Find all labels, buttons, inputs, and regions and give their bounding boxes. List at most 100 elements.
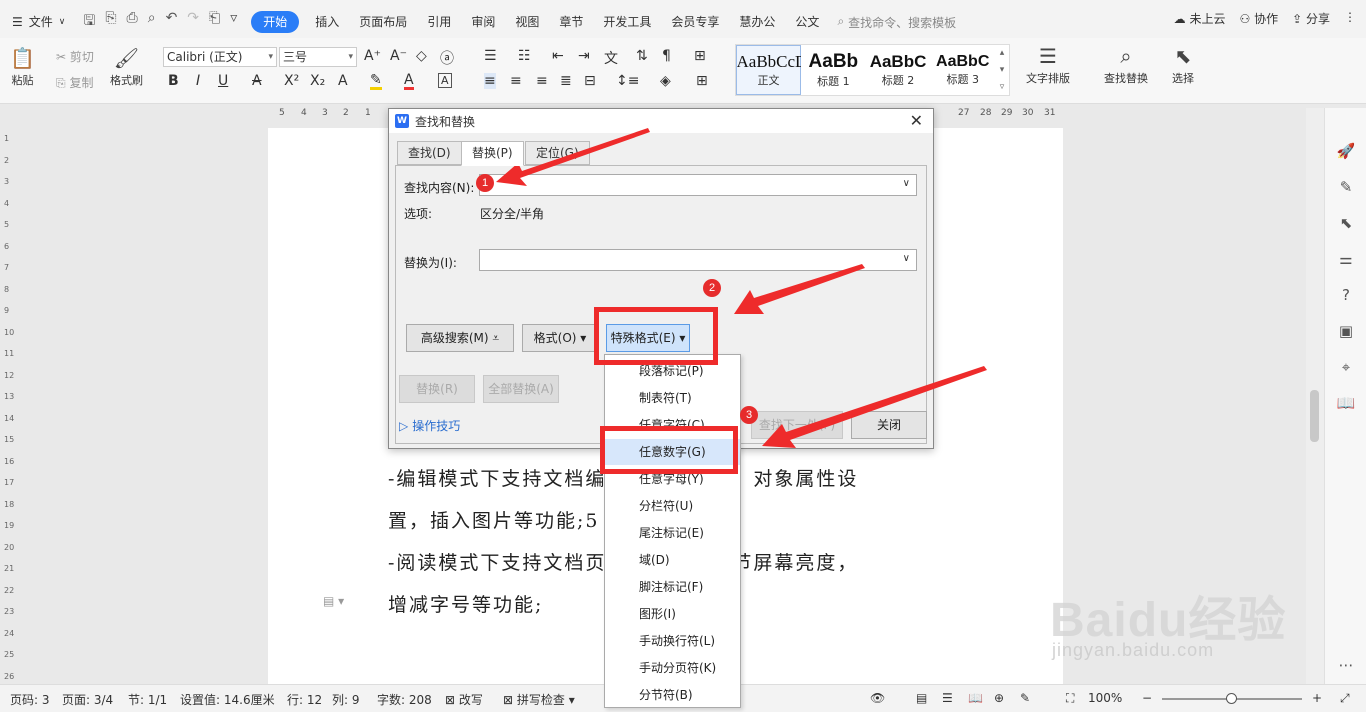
- justify-icon[interactable]: ≣: [560, 73, 572, 89]
- menu-item-column-break[interactable]: 分栏符(U): [605, 493, 740, 519]
- align-left-icon[interactable]: ≡: [484, 73, 496, 89]
- zoom-slider-thumb[interactable]: [1226, 693, 1237, 704]
- underline-icon[interactable]: U: [218, 73, 228, 89]
- decrease-indent-icon[interactable]: ⇤: [552, 48, 564, 64]
- find-next-button[interactable]: 查找下一处(F): [751, 411, 843, 439]
- style-normal[interactable]: AaBbCcDd 正文: [736, 45, 801, 95]
- bullet-list-icon[interactable]: ☰: [484, 48, 497, 64]
- print-icon[interactable]: ⎙: [127, 10, 138, 34]
- preview-icon[interactable]: ⌕: [148, 10, 156, 34]
- menu-item-footnote-mark[interactable]: 脚注标记(F): [605, 574, 740, 600]
- font-name-select[interactable]: Calibri (正文) ▾: [163, 47, 277, 67]
- line-spacing-icon[interactable]: ↕≡: [616, 73, 639, 89]
- shrink-font-icon[interactable]: A⁻: [390, 48, 407, 64]
- subscript-icon[interactable]: X₂: [310, 73, 325, 89]
- menu-item-manual-page-break[interactable]: 手动分页符(K): [605, 655, 740, 681]
- spell-check-toggle[interactable]: ⊠ 拼写检查 ▾: [503, 691, 575, 708]
- find-input[interactable]: ∨: [479, 174, 917, 196]
- fit-icon[interactable]: ⛶: [1066, 691, 1074, 706]
- tips-link[interactable]: ▷ 操作技巧: [399, 417, 460, 434]
- style-gallery-scroll[interactable]: ▴ ▾ ▿: [995, 45, 1009, 95]
- outline-view-icon[interactable]: ☰: [942, 691, 953, 705]
- dialog-titlebar[interactable]: W 查找和替换: [389, 109, 933, 133]
- close-icon[interactable]: ✕: [910, 111, 923, 130]
- increase-indent-icon[interactable]: ⇥: [578, 48, 590, 64]
- menu-item-graphic[interactable]: 图形(I): [605, 601, 740, 627]
- show-marks-icon[interactable]: ¶: [662, 48, 671, 64]
- tab-chapter[interactable]: 章节: [549, 10, 593, 34]
- fullscreen-icon[interactable]: ⤢: [1340, 691, 1350, 706]
- zoom-out-icon[interactable]: −: [1142, 691, 1152, 705]
- paragraph-menu-icon[interactable]: ▤ ▾: [323, 594, 344, 608]
- char-border-icon[interactable]: A: [438, 73, 452, 88]
- phonetic-icon[interactable]: ⓐ: [440, 48, 454, 68]
- replace-input[interactable]: ∨: [479, 249, 917, 271]
- pen-icon[interactable]: ✎: [1336, 178, 1356, 198]
- vertical-ruler[interactable]: 1 2 3 4 5 6 7 8 9 10 11 12 13 14 15 16 17 18 19 20 21 22 23 24 2…: [0, 126, 16, 682]
- command-search[interactable]: ⌕ 查找命令、搜索模板: [837, 14, 956, 31]
- tab-home[interactable]: 开始: [251, 11, 300, 33]
- close-button[interactable]: 关闭: [851, 411, 927, 439]
- zoom-in-icon[interactable]: +: [1312, 691, 1322, 705]
- select-button[interactable]: ⬉ 选择: [1172, 44, 1194, 86]
- superscript-icon[interactable]: X²: [284, 73, 299, 89]
- tab-view[interactable]: 视图: [505, 10, 549, 34]
- tab-goto[interactable]: 定位(G): [525, 141, 590, 165]
- tab-official-doc[interactable]: 公文: [785, 10, 829, 34]
- zoom-level[interactable]: 100%: [1088, 691, 1122, 705]
- scrollbar-thumb[interactable]: [1310, 390, 1319, 442]
- tab-member[interactable]: 会员专享: [661, 10, 729, 34]
- style-heading-3[interactable]: AaBbC 标题 3: [930, 45, 995, 95]
- bold-icon[interactable]: B: [168, 73, 179, 89]
- save-icon[interactable]: 🖫: [83, 10, 95, 34]
- tab-smart-office[interactable]: 慧办公: [729, 10, 785, 34]
- find-replace-button[interactable]: ⌕ 查找替换: [1104, 44, 1148, 86]
- status-pages[interactable]: 页面: 3/4: [62, 691, 113, 708]
- border-icon[interactable]: ⊞: [696, 73, 708, 89]
- menu-item-field[interactable]: 域(D): [605, 547, 740, 573]
- chinese-layout-icon[interactable]: 文: [604, 48, 618, 68]
- font-size-select[interactable]: 三号 ▾: [279, 47, 357, 67]
- tab-developer[interactable]: 开发工具: [593, 10, 661, 34]
- format-icon[interactable]: ⎗: [209, 10, 220, 34]
- read-view-icon[interactable]: 📖: [968, 691, 983, 705]
- undo-icon[interactable]: ↶: [166, 10, 178, 34]
- tab-replace[interactable]: 替换(P): [461, 141, 524, 166]
- distributed-icon[interactable]: ⊟: [584, 73, 596, 89]
- replace-all-button[interactable]: 全部替换(A): [483, 375, 559, 403]
- eye-icon[interactable]: 👁: [870, 691, 885, 705]
- clear-format-icon[interactable]: ◇: [416, 48, 427, 64]
- pointer-icon[interactable]: ⬉: [1336, 214, 1356, 234]
- page-view-icon[interactable]: ▤: [916, 691, 927, 705]
- menu-item-endnote-mark[interactable]: 尾注标记(E): [605, 520, 740, 546]
- status-col[interactable]: 列: 9: [332, 691, 360, 708]
- style-heading-2[interactable]: AaBbC 标题 2: [866, 45, 931, 95]
- replace-button[interactable]: 替换(R): [399, 375, 475, 403]
- status-row[interactable]: 行: 12: [287, 691, 322, 708]
- status-setting[interactable]: 设置值: 14.6厘米: [180, 691, 275, 708]
- text-effect-icon[interactable]: A: [338, 73, 348, 89]
- web-view-icon[interactable]: ⊕: [994, 691, 1004, 705]
- italic-icon[interactable]: I: [196, 73, 200, 89]
- grow-font-icon[interactable]: A⁺: [364, 48, 381, 64]
- status-section[interactable]: 节: 1/1: [128, 691, 167, 708]
- tab-page-layout[interactable]: 页面布局: [349, 10, 417, 34]
- tab-find[interactable]: 查找(D): [397, 141, 462, 165]
- share-button[interactable]: ⇪ 分享: [1292, 10, 1330, 27]
- sort-icon[interactable]: ⇅: [636, 48, 648, 64]
- format-button[interactable]: 格式(O) ▾: [522, 324, 598, 352]
- style-heading-1[interactable]: AaBb 标题 1: [801, 45, 866, 95]
- adjust-icon[interactable]: ⚌: [1336, 250, 1356, 270]
- tab-review[interactable]: 审阅: [461, 10, 505, 34]
- align-right-icon[interactable]: ≡: [536, 73, 548, 89]
- write-view-icon[interactable]: ✎: [1020, 691, 1030, 705]
- overtype-toggle[interactable]: ⊠ 改写: [445, 691, 483, 708]
- rocket-icon[interactable]: 🚀: [1336, 142, 1356, 162]
- cloud-status[interactable]: ☁ 未上云: [1174, 10, 1226, 27]
- more-icon[interactable]: ⋮: [1344, 10, 1356, 27]
- copy-button[interactable]: ⎘ 复制: [56, 74, 93, 91]
- text-layout-button[interactable]: ☰ 文字排版: [1026, 44, 1070, 86]
- strikethrough-icon[interactable]: A: [252, 73, 262, 89]
- image-icon[interactable]: ▣: [1336, 322, 1356, 342]
- cut-button[interactable]: ✂ 剪切: [56, 48, 94, 65]
